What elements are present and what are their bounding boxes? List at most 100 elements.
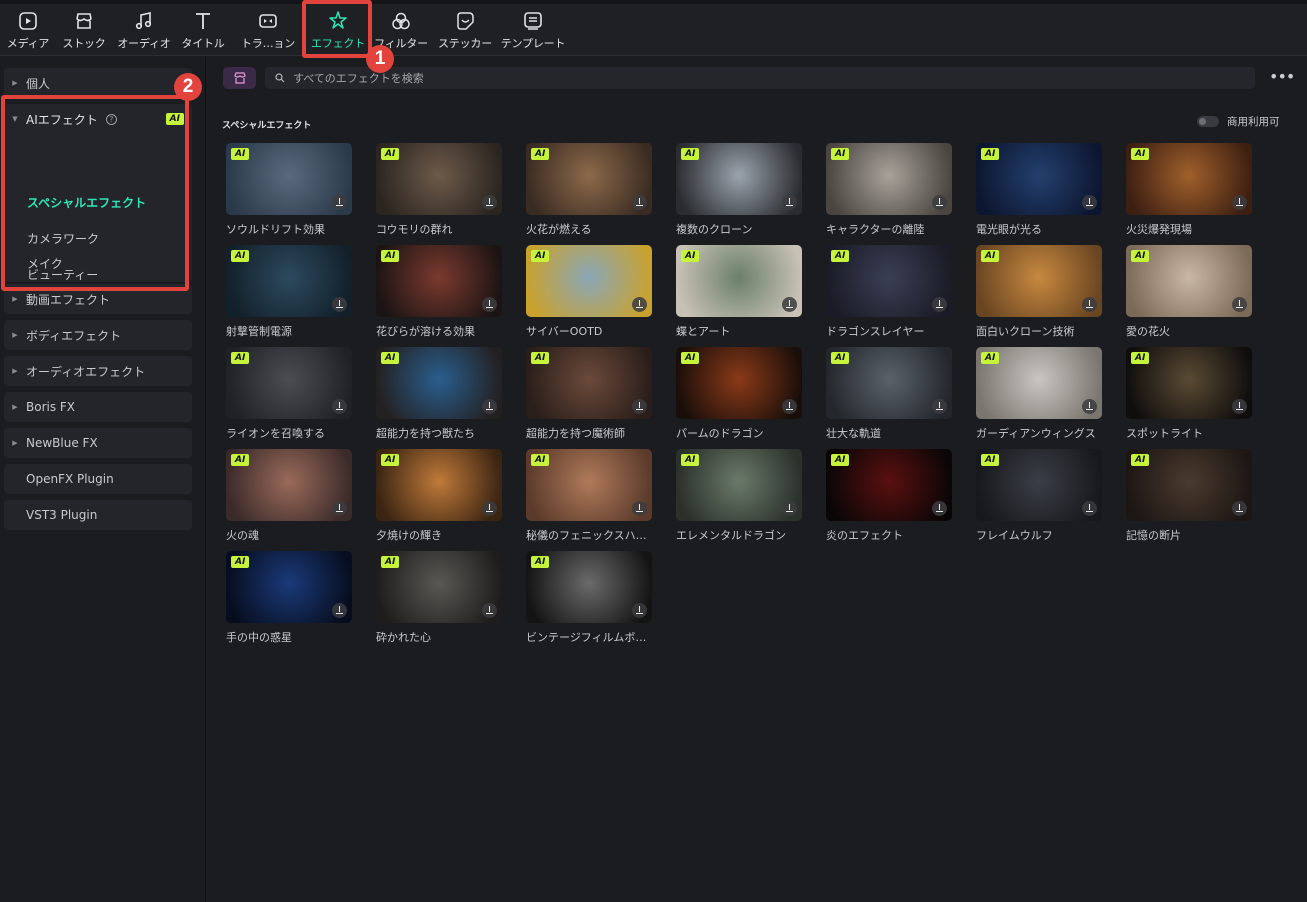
effect-thumbnail[interactable]: AI — [226, 347, 352, 419]
effect-thumbnail[interactable]: AI — [526, 347, 652, 419]
sidebar-item-openfx-plugin[interactable]: OpenFX Plugin — [4, 464, 192, 494]
effect-thumbnail[interactable]: AI — [1126, 347, 1252, 419]
tab-transition[interactable]: トラ…ョン — [240, 10, 296, 54]
commercial-use-toggle[interactable] — [1197, 116, 1219, 127]
effect-card[interactable]: AI エレメンタルドラゴン — [676, 449, 804, 543]
download-icon[interactable] — [782, 195, 797, 210]
download-icon[interactable] — [782, 501, 797, 516]
effect-thumbnail[interactable]: AI — [376, 347, 502, 419]
effect-thumbnail[interactable]: AI — [1126, 143, 1252, 215]
effect-thumbnail[interactable]: AI — [526, 449, 652, 521]
tab-stock[interactable]: ストック — [61, 10, 107, 54]
effect-card[interactable]: AI 超能力を持つ獣たち — [376, 347, 504, 441]
search-input[interactable]: すべてのエフェクトを検索 — [265, 67, 1255, 89]
effect-thumbnail[interactable]: AI — [676, 449, 802, 521]
effect-thumbnail[interactable]: AI — [976, 143, 1102, 215]
effect-card[interactable]: AI ビンテージフィルムボ… — [526, 551, 654, 645]
download-icon[interactable] — [332, 399, 347, 414]
effect-card[interactable]: AI 複数のクローン — [676, 143, 804, 237]
download-icon[interactable] — [332, 195, 347, 210]
effect-thumbnail[interactable]: AI — [376, 551, 502, 623]
download-icon[interactable] — [782, 297, 797, 312]
effect-card[interactable]: AI ドラゴンスレイヤー — [826, 245, 954, 339]
tab-media[interactable]: メディア — [5, 10, 51, 54]
download-icon[interactable] — [1082, 399, 1097, 414]
effect-thumbnail[interactable]: AI — [226, 245, 352, 317]
download-icon[interactable] — [332, 603, 347, 618]
download-icon[interactable] — [1232, 501, 1247, 516]
effect-thumbnail[interactable]: AI — [1126, 449, 1252, 521]
effect-card[interactable]: AI パームのドラゴン — [676, 347, 804, 441]
download-icon[interactable] — [482, 195, 497, 210]
effect-thumbnail[interactable]: AI — [226, 143, 352, 215]
effect-thumbnail[interactable]: AI — [226, 551, 352, 623]
effect-thumbnail[interactable]: AI — [1126, 245, 1252, 317]
effect-card[interactable]: AI 壮大な軌道 — [826, 347, 954, 441]
tab-sticker[interactable]: ステッカー — [436, 10, 494, 54]
effect-card[interactable]: AI 射撃管制電源 — [226, 245, 354, 339]
effect-thumbnail[interactable]: AI — [376, 245, 502, 317]
sidebar-item-body-effects[interactable]: ▶ ボディエフェクト — [4, 320, 192, 350]
effect-card[interactable]: AI ライオンを召喚する — [226, 347, 354, 441]
download-icon[interactable] — [1232, 297, 1247, 312]
effect-card[interactable]: AI 火の魂 — [226, 449, 354, 543]
effect-thumbnail[interactable]: AI — [526, 551, 652, 623]
download-icon[interactable] — [932, 399, 947, 414]
sidebar-item-personal[interactable]: ▶ 個人 — [4, 68, 192, 98]
download-icon[interactable] — [1082, 297, 1097, 312]
tab-title[interactable]: タイトル — [180, 10, 226, 54]
effect-thumbnail[interactable]: AI — [226, 449, 352, 521]
download-icon[interactable] — [632, 297, 647, 312]
effect-card[interactable]: AI サイバーOOTD — [526, 245, 654, 339]
effect-thumbnail[interactable]: AI — [826, 347, 952, 419]
effect-card[interactable]: AI 夕焼けの輝き — [376, 449, 504, 543]
download-icon[interactable] — [932, 195, 947, 210]
effect-thumbnail[interactable]: AI — [376, 449, 502, 521]
download-icon[interactable] — [782, 399, 797, 414]
effect-thumbnail[interactable]: AI — [826, 245, 952, 317]
effect-card[interactable]: AI スポットライト — [1126, 347, 1254, 441]
effect-thumbnail[interactable]: AI — [526, 143, 652, 215]
download-icon[interactable] — [482, 399, 497, 414]
effect-thumbnail[interactable]: AI — [676, 245, 802, 317]
sidebar-item-boris-fx[interactable]: ▶ Boris FX — [4, 392, 192, 422]
tab-template[interactable]: テンプレート — [498, 10, 568, 54]
download-icon[interactable] — [632, 399, 647, 414]
effect-card[interactable]: AI 記憶の断片 — [1126, 449, 1254, 543]
effect-card[interactable]: AI ガーディアンウィングス — [976, 347, 1104, 441]
tab-audio[interactable]: オーディオ — [116, 10, 172, 54]
effect-thumbnail[interactable]: AI — [826, 143, 952, 215]
sidebar-item-vst3-plugin[interactable]: VST3 Plugin — [4, 500, 192, 530]
effect-thumbnail[interactable]: AI — [976, 347, 1102, 419]
effect-thumbnail[interactable]: AI — [526, 245, 652, 317]
effect-thumbnail[interactable]: AI — [676, 347, 802, 419]
effect-card[interactable]: AI キャラクターの離陸 — [826, 143, 954, 237]
download-icon[interactable] — [632, 195, 647, 210]
effect-card[interactable]: AI フレイムウルフ — [976, 449, 1104, 543]
effect-card[interactable]: AI 愛の花火 — [1126, 245, 1254, 339]
effect-card[interactable]: AI コウモリの群れ — [376, 143, 504, 237]
download-icon[interactable] — [932, 297, 947, 312]
download-icon[interactable] — [332, 297, 347, 312]
more-options-icon[interactable]: ••• — [1269, 69, 1295, 85]
effect-card[interactable]: AI 炎のエフェクト — [826, 449, 954, 543]
effect-card[interactable]: AI 蝶とアート — [676, 245, 804, 339]
download-icon[interactable] — [1232, 195, 1247, 210]
download-icon[interactable] — [1232, 399, 1247, 414]
sidebar-item-audio-effects[interactable]: ▶ オーディオエフェクト — [4, 356, 192, 386]
download-icon[interactable] — [482, 501, 497, 516]
effect-card[interactable]: AI 面白いクローン技術 — [976, 245, 1104, 339]
effect-card[interactable]: AI 火花が燃える — [526, 143, 654, 237]
effect-card[interactable]: AI 超能力を持つ魔術師 — [526, 347, 654, 441]
effect-card[interactable]: AI 砕かれた心 — [376, 551, 504, 645]
download-icon[interactable] — [482, 297, 497, 312]
download-icon[interactable] — [632, 501, 647, 516]
effect-thumbnail[interactable]: AI — [826, 449, 952, 521]
effect-thumbnail[interactable]: AI — [376, 143, 502, 215]
download-icon[interactable] — [632, 603, 647, 618]
download-icon[interactable] — [332, 501, 347, 516]
brand-filter-button[interactable] — [223, 67, 256, 89]
sidebar-item-newblue-fx[interactable]: ▶ NewBlue FX — [4, 428, 192, 458]
effect-thumbnail[interactable]: AI — [976, 245, 1102, 317]
download-icon[interactable] — [1082, 195, 1097, 210]
